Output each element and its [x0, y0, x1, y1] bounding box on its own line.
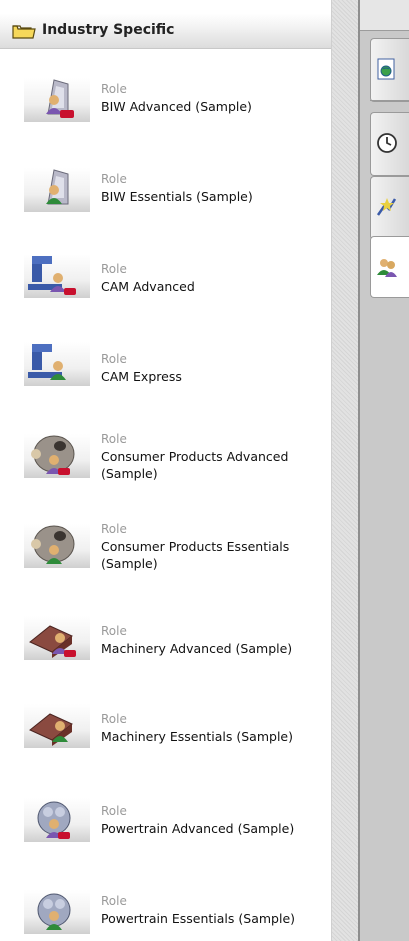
role-item-consumer-products-advanced[interactable]: Role Consumer Products Advanced (Sample): [0, 430, 331, 520]
roles-panel: Industry Specific Role BIW Advanced (Sam…: [0, 0, 331, 941]
role-item-biw-essentials[interactable]: Role BIW Essentials (Sample): [0, 160, 331, 250]
biw-essentials-icon: [24, 168, 90, 212]
role-item-cam-advanced[interactable]: Role CAM Advanced: [0, 250, 331, 340]
role-name-label: BIW Advanced (Sample): [101, 99, 252, 114]
role-type-label: Role: [101, 262, 127, 276]
role-type-label: Role: [101, 432, 127, 446]
web-browser-tab[interactable]: [370, 38, 409, 102]
web-browser-icon: [377, 58, 395, 80]
folder-icon: [12, 25, 36, 39]
panel-splitter[interactable]: [331, 0, 359, 941]
machinery-advanced-icon: [24, 616, 90, 660]
powertrain-essentials-icon: [24, 890, 90, 934]
role-name-label: CAM Express: [101, 369, 182, 384]
section-title: Industry Specific: [42, 22, 175, 38]
role-name-label: Consumer Products Advanced (Sample): [101, 449, 289, 481]
clock-icon: [377, 133, 397, 153]
role-type-label: Role: [101, 894, 127, 908]
system-materials-icon: [376, 198, 397, 216]
powertrain-advanced-icon: [24, 798, 90, 842]
role-name-label: Consumer Products Essentials (Sample): [101, 539, 290, 571]
biw-advanced-icon: [24, 78, 90, 122]
role-item-machinery-advanced[interactable]: Role Machinery Advanced (Sample): [0, 612, 331, 702]
role-name-label: CAM Advanced: [101, 279, 195, 294]
role-name-label: Powertrain Essentials (Sample): [101, 911, 296, 926]
role-type-label: Role: [101, 352, 127, 366]
role-name-label: BIW Essentials (Sample): [101, 189, 253, 204]
role-type-label: Role: [101, 172, 127, 186]
role-name-label: Machinery Advanced (Sample): [101, 641, 293, 656]
role-name-label: Machinery Essentials (Sample): [101, 729, 293, 744]
roles-icon: [377, 259, 397, 277]
tab-divider: [370, 100, 409, 101]
system-materials-tab[interactable]: [370, 176, 409, 240]
role-type-label: Role: [101, 522, 127, 536]
resource-bar-top: [360, 0, 409, 31]
consumer-products-advanced-icon: [24, 434, 90, 478]
role-type-label: Role: [101, 624, 127, 638]
role-item-powertrain-essentials[interactable]: Role Powertrain Essentials (Sample): [0, 884, 331, 941]
consumer-products-essentials-icon: [24, 524, 90, 568]
roles-tab[interactable]: [370, 236, 409, 298]
cam-advanced-icon: [24, 254, 90, 298]
section-header[interactable]: Industry Specific: [0, 14, 331, 49]
resource-bar: [360, 0, 409, 941]
role-item-consumer-products-essentials[interactable]: Role Consumer Products Essentials (Sampl…: [0, 520, 331, 610]
cam-express-icon: [24, 342, 90, 386]
role-item-powertrain-advanced[interactable]: Role Powertrain Advanced (Sample): [0, 794, 331, 884]
role-type-label: Role: [101, 804, 127, 818]
history-tab[interactable]: [370, 112, 409, 176]
role-name-label: Powertrain Advanced (Sample): [101, 821, 295, 836]
role-type-label: Role: [101, 712, 127, 726]
machinery-essentials-icon: [24, 704, 90, 748]
role-item-biw-advanced[interactable]: Role BIW Advanced (Sample): [0, 70, 331, 160]
role-item-cam-express[interactable]: Role CAM Express: [0, 340, 331, 430]
role-type-label: Role: [101, 82, 127, 96]
role-item-machinery-essentials[interactable]: Role Machinery Essentials (Sample): [0, 702, 331, 792]
